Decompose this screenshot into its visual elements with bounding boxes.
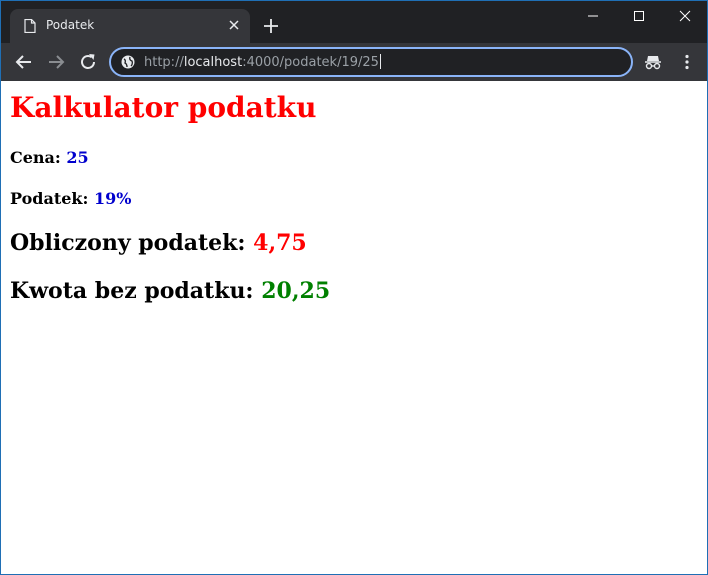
new-tab-icon[interactable] <box>262 17 280 35</box>
url-text[interactable]: http://localhost:4000/podatek/19/25 <box>144 54 381 70</box>
title-bar: Podatek <box>1 1 707 43</box>
close-tab-icon[interactable] <box>226 17 242 33</box>
net-amount-line: Kwota bez podatku: 20,25 <box>10 278 330 304</box>
computed-tax-line: Obliczony podatek: 4,75 <box>10 230 307 256</box>
minimize-icon <box>588 15 598 17</box>
maximize-icon <box>634 11 644 21</box>
menu-dots-icon[interactable] <box>678 53 696 71</box>
minimize-button[interactable] <box>570 1 616 31</box>
tax-rate-value: 19% <box>93 189 132 208</box>
back-arrow-icon[interactable] <box>14 52 34 72</box>
close-icon <box>679 10 691 22</box>
net-amount-value: 20,25 <box>261 278 331 304</box>
incognito-icon[interactable] <box>644 53 662 71</box>
computed-tax-value: 4,75 <box>253 230 307 256</box>
tab-title: Podatek <box>46 18 95 32</box>
reload-icon[interactable] <box>78 52 98 72</box>
forward-arrow-icon[interactable] <box>46 52 66 72</box>
tax-rate-label: Podatek: <box>10 189 89 208</box>
tab-podatek[interactable]: Podatek <box>10 9 250 43</box>
browser-toolbar: http://localhost:4000/podatek/19/25 <box>1 43 707 81</box>
tax-rate-line: Podatek: 19% <box>10 189 131 208</box>
maximize-button[interactable] <box>616 1 662 31</box>
computed-tax-label: Obliczony podatek: <box>10 230 246 256</box>
price-line: Cena: 25 <box>10 148 89 167</box>
price-value: 25 <box>66 148 89 167</box>
price-label: Cena: <box>10 148 61 167</box>
page-icon <box>24 19 36 33</box>
page-content: Kalkulator podatku Cena: 25 Podatek: 19%… <box>1 81 707 574</box>
browser-window: Podatek http://localhost:4000/podatek/19… <box>0 0 708 575</box>
net-amount-label: Kwota bez podatku: <box>10 278 254 304</box>
page-title: Kalkulator podatku <box>10 91 317 124</box>
address-bar[interactable]: http://localhost:4000/podatek/19/25 <box>109 47 633 77</box>
globe-icon <box>121 55 135 69</box>
close-window-button[interactable] <box>662 1 707 31</box>
